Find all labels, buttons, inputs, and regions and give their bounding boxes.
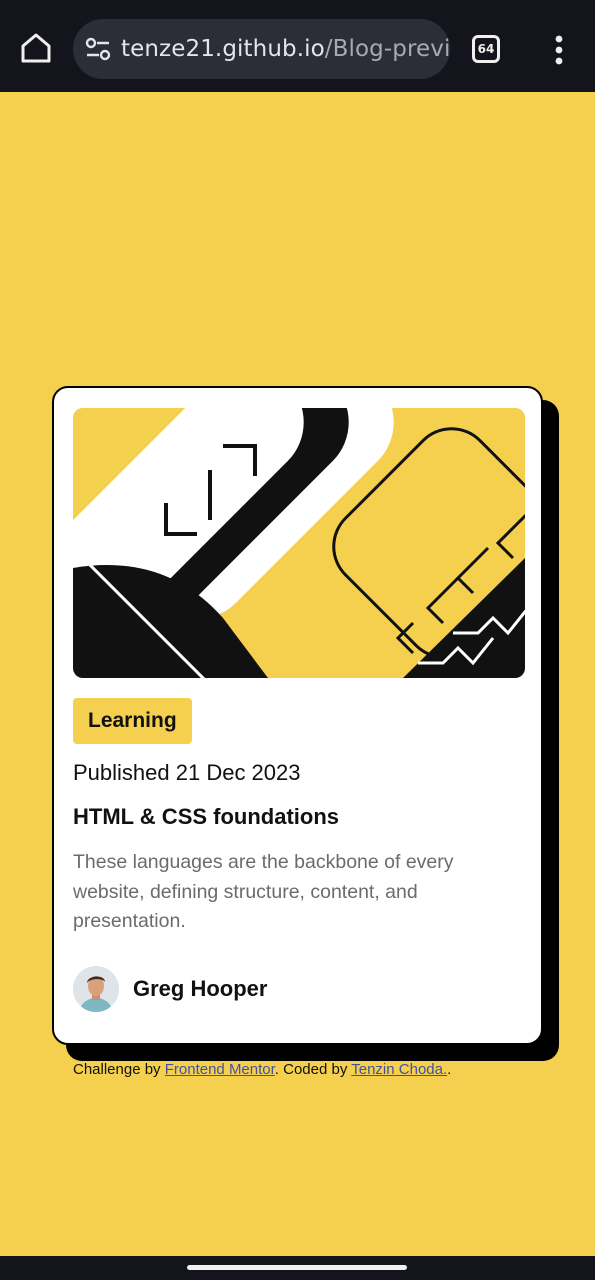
home-gesture-handle[interactable] (187, 1265, 407, 1270)
more-menu-icon[interactable] (547, 33, 571, 67)
url-host: tenze21.github.io (121, 36, 325, 62)
site-settings-icon[interactable] (85, 37, 111, 61)
card-description: These languages are the backbone of ever… (73, 851, 454, 932)
category-badge: Learning (73, 698, 192, 744)
system-nav-bar (0, 1256, 595, 1280)
publish-date: Published 21 Dec 2023 (73, 760, 301, 785)
browser-toolbar: tenze21.github.io/Blog-previe 64 (0, 0, 595, 92)
attribution: Challenge by Frontend Mentor. Coded by T… (73, 1061, 451, 1078)
home-icon[interactable] (18, 30, 54, 66)
card-illustration (73, 408, 525, 678)
tab-switcher-button[interactable]: 64 (472, 35, 500, 63)
attribution-suffix: . (447, 1061, 452, 1078)
blog-preview-card: Learning Published 21 Dec 2023 HTML & CS… (52, 386, 543, 1045)
url-text[interactable]: tenze21.github.io/Blog-previe (121, 36, 450, 62)
author-name: Greg Hooper (133, 976, 268, 1001)
attribution-prefix: Challenge by (73, 1061, 165, 1078)
url-path: /Blog-previe (324, 36, 450, 62)
author-link[interactable]: Tenzin Choda. (351, 1061, 447, 1078)
address-bar[interactable]: tenze21.github.io/Blog-previe (73, 19, 450, 79)
attribution-middle: . Coded by (274, 1061, 352, 1078)
card-title[interactable]: HTML & CSS foundations (73, 804, 339, 830)
frontend-mentor-link[interactable]: Frontend Mentor (165, 1061, 275, 1078)
avatar (73, 966, 119, 1012)
